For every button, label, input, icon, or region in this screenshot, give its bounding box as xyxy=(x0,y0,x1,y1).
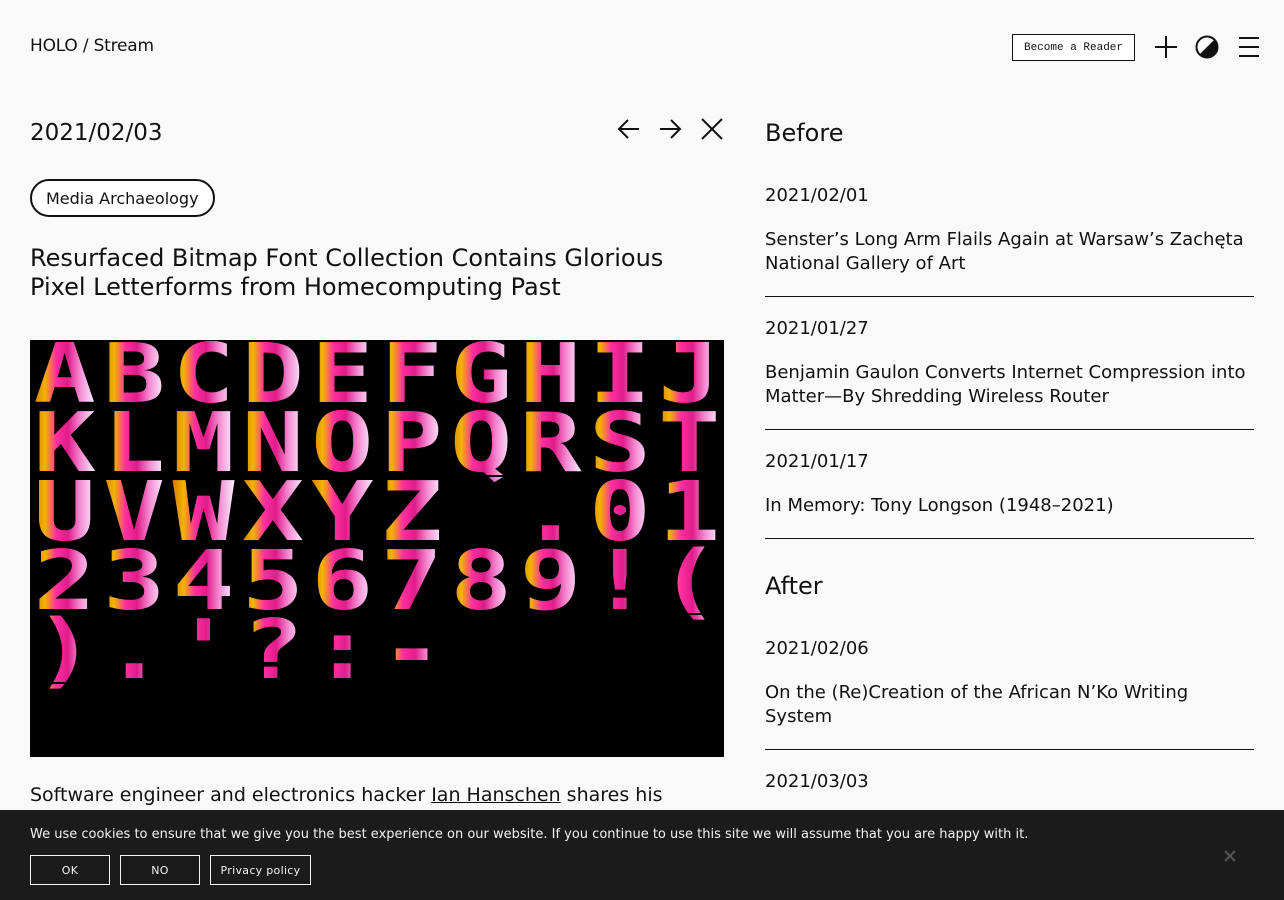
lead-text-after: shares his xyxy=(560,784,663,806)
before-item-date: 2021/01/17 xyxy=(765,451,869,472)
arrow-right-icon[interactable] xyxy=(657,116,683,142)
before-item-title[interactable]: Benjamin Gaulon Converts Internet Compre… xyxy=(765,361,1254,409)
divider xyxy=(765,296,1254,297)
breadcrumb: HOLO / Stream xyxy=(30,36,154,56)
plus-icon[interactable] xyxy=(1153,34,1179,60)
cookie-message: We use cookies to ensure that we give yo… xyxy=(30,827,1029,842)
menu-icon[interactable] xyxy=(1236,34,1262,60)
cookie-ok-button[interactable]: OK xyxy=(30,855,110,885)
divider xyxy=(765,749,1254,750)
cookie-no-button[interactable]: NO xyxy=(120,855,200,885)
bitmap-font-image: A B C D E F G H I J K L M N O P Q R S T U V W X Y Z. 0 1 2 3 4 5 6 7 8 9!()… xyxy=(30,340,724,757)
divider xyxy=(765,429,1254,430)
become-reader-button[interactable]: Become a Reader xyxy=(1012,34,1135,61)
contrast-icon[interactable] xyxy=(1194,34,1220,60)
tag-media-archaeology[interactable]: Media Archaeology xyxy=(30,179,215,217)
before-item-title[interactable]: Senster’s Long Arm Flails Again at Warsa… xyxy=(765,228,1254,276)
arrow-left-icon[interactable] xyxy=(616,116,642,142)
close-icon[interactable] xyxy=(1221,847,1239,865)
brand-logo-link[interactable]: HOLO xyxy=(30,36,78,56)
article-lead: Software engineer and electronics hacker… xyxy=(30,782,724,808)
before-item-date: 2021/02/01 xyxy=(765,185,869,206)
before-heading: Before xyxy=(765,119,844,147)
privacy-policy-button[interactable]: Privacy policy xyxy=(210,855,311,885)
divider xyxy=(765,538,1254,539)
before-item-title[interactable]: In Memory: Tony Longson (1948–2021) xyxy=(765,494,1254,518)
after-item-title[interactable]: On the (Re)Creation of the African N’Ko … xyxy=(765,681,1254,729)
cookie-banner: We use cookies to ensure that we give yo… xyxy=(0,810,1284,900)
lead-text-before: Software engineer and electronics hacker xyxy=(30,784,432,806)
article-title: Resurfaced Bitmap Font Collection Contai… xyxy=(30,244,664,301)
ian-hanschen-link[interactable]: Ian Hanschen xyxy=(431,784,560,806)
site-header: HOLO / Stream Become a Reader xyxy=(0,0,1284,96)
breadcrumb-stream-link[interactable]: Stream xyxy=(94,36,155,56)
after-item-date: 2021/03/03 xyxy=(765,771,869,792)
breadcrumb-separator: / xyxy=(77,36,94,56)
after-heading: After xyxy=(765,572,823,600)
article-date: 2021/02/03 xyxy=(30,120,163,146)
close-icon[interactable] xyxy=(699,116,725,142)
before-item-date: 2021/01/27 xyxy=(765,318,869,339)
after-item-date: 2021/02/06 xyxy=(765,638,869,659)
